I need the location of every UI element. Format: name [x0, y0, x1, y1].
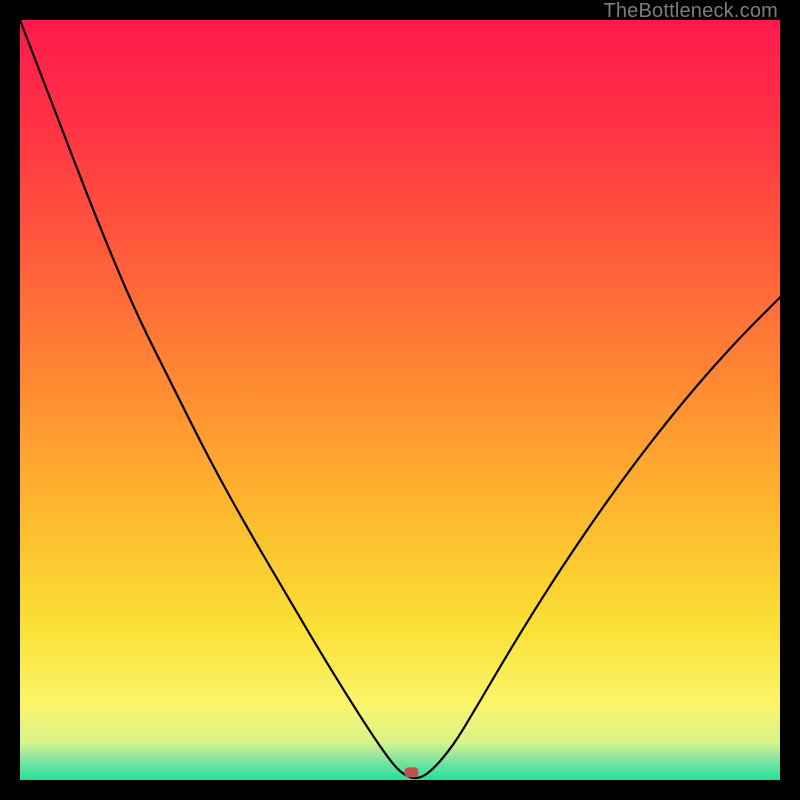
minimum-marker: [404, 767, 418, 777]
plot-area: [20, 20, 780, 780]
bottleneck-curve: [20, 20, 780, 778]
curve-svg: [20, 20, 780, 780]
chart-frame: TheBottleneck.com: [0, 0, 800, 800]
